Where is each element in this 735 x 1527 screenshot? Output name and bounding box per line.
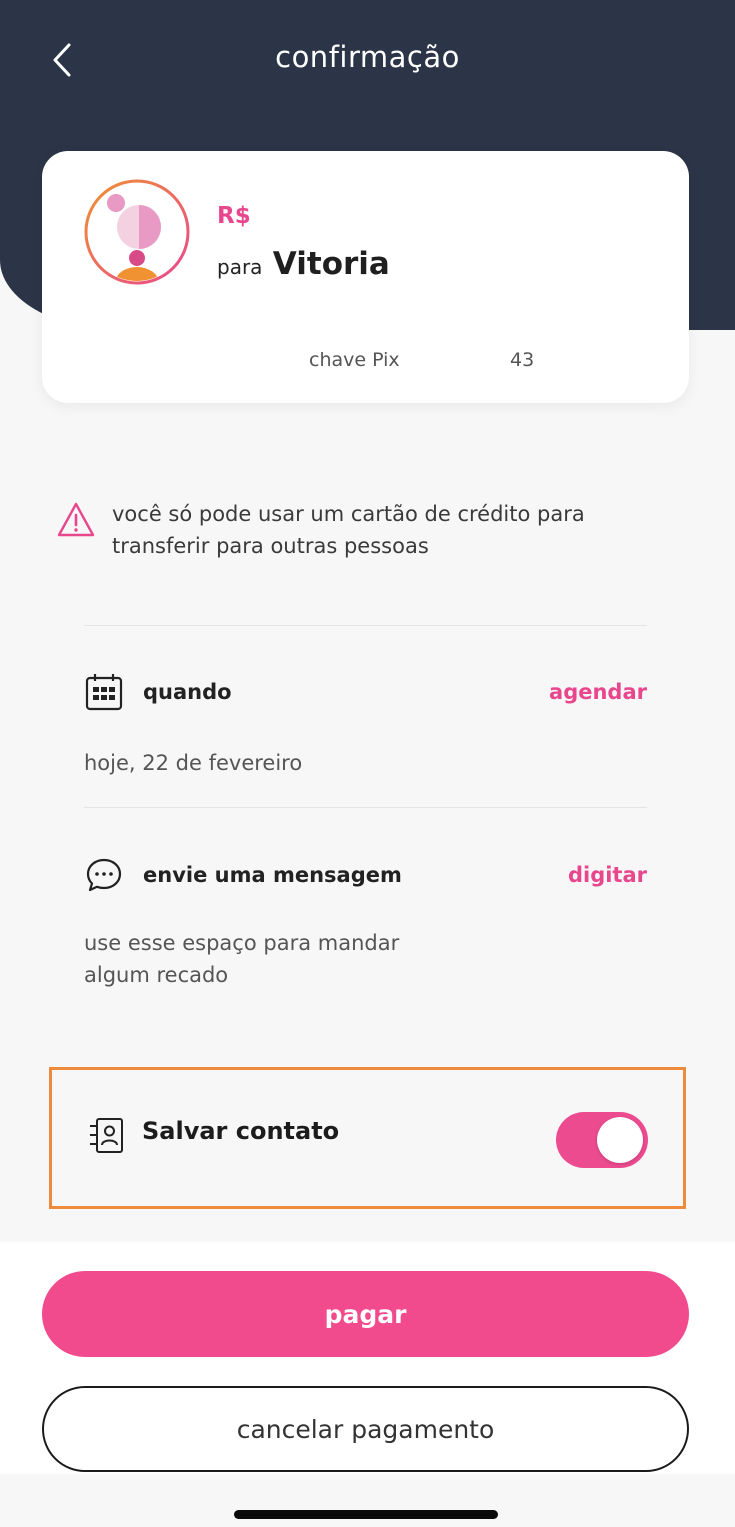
divider (84, 807, 647, 808)
message-placeholder: use esse espaço para mandar algum recado (84, 931, 400, 987)
message-title: envie uma mensagem (143, 863, 402, 887)
message-row: envie uma mensagem digitar (84, 855, 647, 895)
page-title: confirmação (275, 40, 460, 74)
pix-key-label: chave Pix (309, 349, 400, 371)
recipient-line: para Vitoria (217, 246, 390, 282)
divider (84, 625, 647, 626)
amount-label: R$ (217, 203, 251, 229)
when-value: hoje, 22 de fevereiro (84, 751, 303, 775)
when-row: quando agendar (84, 672, 647, 712)
recipient-name: Vitoria (272, 246, 390, 282)
save-contact-section: Salvar contato (49, 1067, 686, 1209)
save-contact-toggle[interactable] (556, 1112, 648, 1168)
recipient-card: R$ para Vitoria chave Pix 43 (42, 151, 689, 403)
save-contact-label: Salvar contato (142, 1117, 340, 1145)
recipient-prefix: para (217, 255, 263, 279)
avatar (84, 179, 190, 285)
warning-text: você só pode usar um cartão de crédito p… (112, 502, 585, 558)
contact-list-icon (90, 1118, 123, 1153)
credit-card-warning: você só pode usar um cartão de crédito p… (56, 498, 656, 562)
cancel-payment-button[interactable]: cancelar pagamento (42, 1386, 689, 1472)
type-message-button[interactable]: digitar (568, 863, 647, 887)
chat-bubble-icon (84, 855, 124, 895)
pix-key-value: 43 (510, 349, 535, 371)
toggle-knob (597, 1117, 643, 1163)
home-indicator (234, 1510, 498, 1519)
when-title: quando (143, 680, 232, 704)
calendar-icon (84, 672, 124, 712)
schedule-button[interactable]: agendar (549, 680, 647, 704)
pay-button[interactable]: pagar (42, 1271, 689, 1357)
warning-triangle-icon (57, 502, 95, 537)
